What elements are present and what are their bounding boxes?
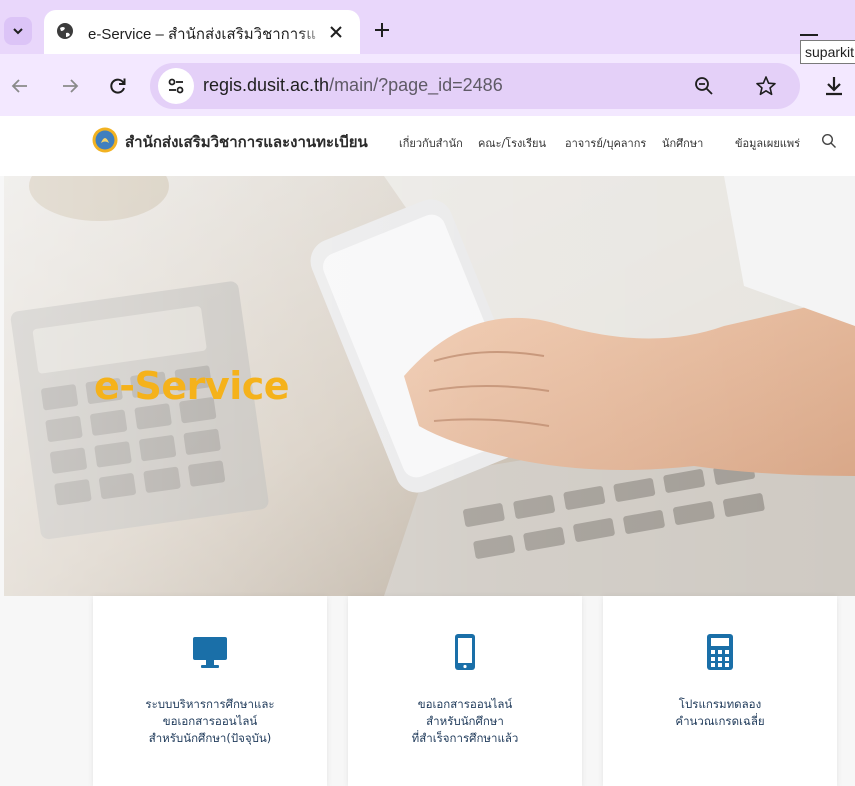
site-info-button[interactable] — [158, 68, 194, 104]
tune-icon — [168, 78, 184, 94]
back-button[interactable] — [6, 72, 34, 100]
nav-about[interactable]: เกี่ยวกับสำนัก — [399, 134, 463, 152]
reload-icon — [110, 78, 126, 94]
url-text: regis.dusit.ac.th/main/?page_id=2486 — [203, 75, 503, 96]
card-line: ที่สำเร็จการศึกษาแล้ว — [411, 731, 519, 745]
card-line: คำนวณเกรดเฉลี่ย — [675, 714, 765, 728]
calculator-icon — [707, 634, 733, 670]
minimize-window-button[interactable] — [800, 34, 818, 36]
monitor-icon — [193, 637, 227, 668]
new-tab-button[interactable] — [368, 16, 396, 44]
web-page: สำนักส่งเสริมวิชาการและงานทะเบียน เกี่ยว… — [0, 116, 855, 786]
arrow-left-icon — [11, 79, 27, 93]
globe-icon — [57, 23, 73, 39]
card-line: สำหรับนักศึกษา(ปัจจุบัน) — [148, 731, 272, 745]
hero-title: e-Service — [94, 364, 290, 408]
card-text: ระบบบริหารการศึกษาและ ขอเอกสารออนไลน์ สำ… — [93, 696, 327, 747]
card-line: โปรแกรมทดลอง — [678, 697, 762, 711]
zoom-button[interactable] — [692, 74, 716, 98]
zoom-out-icon — [695, 77, 713, 95]
card-line: ขอเอกสารออนไลน์ — [162, 714, 258, 728]
close-icon — [330, 26, 342, 38]
chevron-down-icon — [13, 28, 23, 35]
card-text: ขอเอกสารออนไลน์ สำหรับนักศึกษา ที่สำเร็จ… — [348, 696, 582, 747]
nav-publications[interactable]: ข้อมูลเผยแพร่ — [735, 134, 800, 152]
url-path: /main/?page_id=2486 — [329, 75, 503, 95]
hero-banner: e-Service — [4, 176, 855, 596]
tab-search-button[interactable] — [4, 17, 32, 45]
profile-tooltip: suparkit — [800, 40, 855, 64]
card-line: สำหรับนักศึกษา — [426, 714, 504, 728]
bookmark-button[interactable] — [754, 74, 778, 98]
download-icon — [826, 77, 842, 96]
search-icon[interactable] — [821, 133, 837, 149]
service-card-academic-system[interactable]: ระบบบริหารการศึกษาและ ขอเอกสารออนไลน์ สำ… — [93, 596, 327, 786]
card-line: ขอเอกสารออนไลน์ — [417, 697, 513, 711]
site-header: สำนักส่งเสริมวิชาการและงานทะเบียน เกี่ยว… — [0, 116, 855, 176]
forward-button[interactable] — [56, 72, 84, 100]
card-text: โปรแกรมทดลอง คำนวณเกรดเฉลี่ย — [603, 696, 837, 730]
url-host: regis.dusit.ac.th — [203, 75, 330, 95]
card-line: ระบบบริหารการศึกษาและ — [145, 697, 275, 711]
plus-icon — [375, 23, 389, 37]
tab-title: e-Service – สำนักส่งเสริมวิชาการแ — [88, 26, 316, 43]
nav-students[interactable]: นักศึกษา — [662, 134, 703, 152]
university-logo[interactable] — [92, 127, 118, 153]
reload-button[interactable] — [104, 72, 132, 100]
mobile-phone-icon — [455, 634, 475, 670]
downloads-button[interactable] — [820, 72, 848, 100]
tab-strip: e-Service – สำนักส่งเสริมวิชาการแ — [0, 0, 855, 60]
close-tab-button[interactable] — [324, 20, 348, 44]
nav-staff[interactable]: อาจารย์/บุคลากร — [565, 134, 646, 152]
site-title[interactable]: สำนักส่งเสริมวิชาการและงานทะเบียน — [125, 130, 368, 154]
browser-toolbar: regis.dusit.ac.th/main/?page_id=2486 — [0, 54, 855, 116]
service-card-gpa-calculator[interactable]: โปรแกรมทดลอง คำนวณเกรดเฉลี่ย — [603, 596, 837, 786]
nav-faculties[interactable]: คณะ/โรงเรียน — [478, 134, 546, 152]
active-tab[interactable]: e-Service – สำนักส่งเสริมวิชาการแ — [44, 10, 360, 54]
address-bar[interactable]: regis.dusit.ac.th/main/?page_id=2486 — [150, 63, 800, 109]
arrow-right-icon — [63, 79, 79, 93]
service-card-alumni-documents[interactable]: ขอเอกสารออนไลน์ สำหรับนักศึกษา ที่สำเร็จ… — [348, 596, 582, 786]
star-icon — [756, 76, 776, 96]
